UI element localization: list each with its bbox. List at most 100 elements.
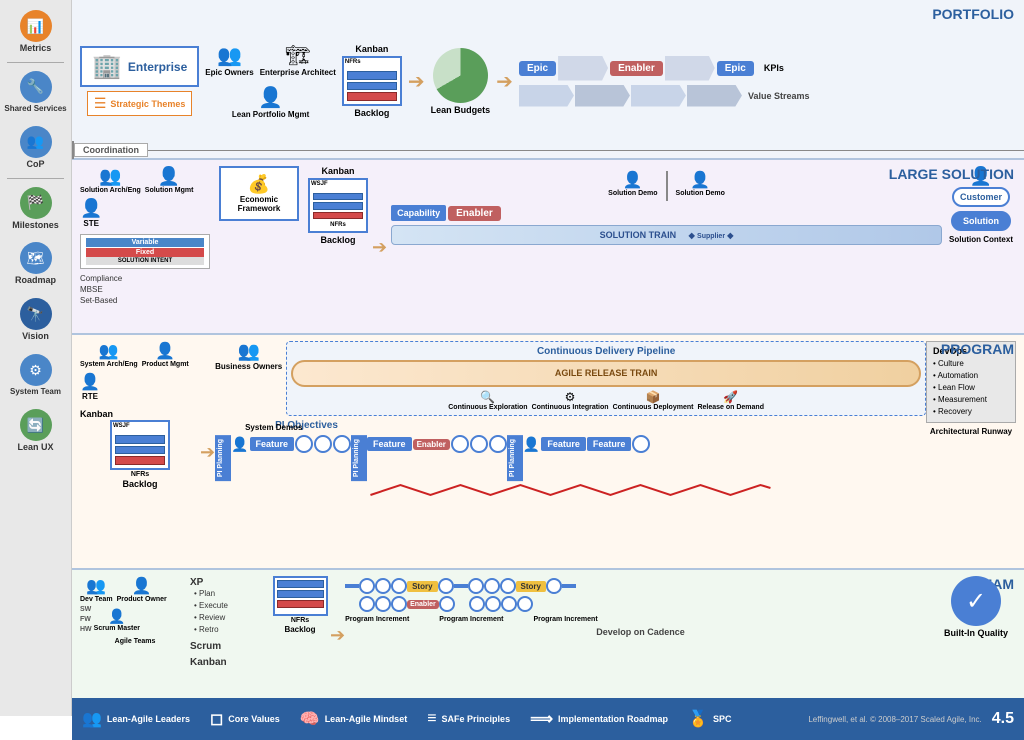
solution-demo-1: 👤 Solution Demo [608,170,657,197]
main-container: 📊 Metrics 🔧 Shared Services 👥 CoP 🏁 Mile… [0,0,1024,716]
value-streams: Epic Enabler Epic KPIs Value Streams [519,56,1016,107]
vision-icon: 🔭 [20,298,52,330]
team-iter-15 [501,596,517,612]
solution-intent-box: Variable Fixed SOLUTION INTENT [80,234,210,269]
team-iter-16 [517,596,533,612]
team-roles-bottom: SWFWHW 👤 Scrum Master [80,605,190,634]
ste-role: 👤 STE [80,198,102,228]
pi-planning-2: PI Planning [351,435,367,481]
team-section: TEAM 👥 Dev Team 👤 Product Owner [72,570,1024,698]
team-iter-7 [500,578,516,594]
sidebar-item-system-team[interactable]: ⚙ System Team [0,348,71,403]
biq-icon: ✓ [951,576,1001,626]
product-owner: 👤 Product Owner [117,576,167,603]
program-roles: 👥 System Arch/Eng 👤 Product Mgmt 👤 RTE [80,341,200,564]
footer-implementation-roadmap: ⟹ Implementation Roadmap [530,709,668,729]
rte-role: 👤 RTE [80,372,100,401]
lean-budget-chart [433,48,488,103]
enterprise-architect-role: 🏗 Enterprise Architect [260,43,336,77]
solution-methods: Compliance MBSE Set-Based [80,273,210,307]
team-iter-14 [485,596,501,612]
team-pi-planning-1 [345,584,359,588]
solution-demos-row: 👤 Solution Demo 👤 Solution Demo [391,166,942,201]
team-pi-row-1: Story Story [345,578,936,594]
portfolio-section: PORTFOLIO 🏢 Enterprise ☰ Strategic Theme… [72,0,1024,160]
cdp-phase-exploration: 🔍 Continuous Exploration [448,390,527,411]
cdp-container: Continuous Delivery Pipeline AGILE RELEA… [286,341,926,416]
kanban-board-portfolio: NFRs [342,56,402,106]
cdp-phase-release: 🚀 Release on Demand [697,390,764,411]
team-methods: XP • Plan• Execute• Review• Retro Scrum … [190,576,270,694]
iter-circle-6 [489,435,507,453]
program-kanban-wrapper: Kanban WSJF NFRs Backlog [80,409,200,489]
iter-circle-1 [295,435,313,453]
footer-spc: 🏅 SPC [688,709,731,729]
sidebar-item-lean-ux[interactable]: 🔄 Lean UX [0,403,71,459]
sidebar-item-vision[interactable]: 🔭 Vision [0,292,71,348]
pi-planning-3: PI Planning [507,435,523,481]
large-solution-kanban: Kanban WSJF NFRs Backlog [308,166,368,329]
team-roles: 👥 Dev Team 👤 Product Owner SWFWHW [80,576,190,694]
team-iter-8 [546,578,562,594]
program-main-area: 👥 Business Owners Continuous Delivery Pi… [215,341,926,564]
safe-principles-icon: ≡ [427,710,436,728]
dev-team: 👥 Dev Team [80,576,113,603]
solution-mgmt: 👤 Solution Mgmt [145,166,194,194]
milestones-icon: 🏁 [20,187,52,219]
strategic-themes: ☰ Strategic Themes [87,91,193,116]
implementation-roadmap-icon: ⟹ [530,709,553,729]
large-solution-section: LARGE SOLUTION 👥 Solution Arch/Eng 👤 Sol… [72,160,1024,335]
iterations-row: System Demos PI Planning 👤 Feature [215,435,926,481]
sidebar-item-shared-services[interactable]: 🔧 Shared Services [0,65,71,120]
iter-circle-5 [470,435,488,453]
capability-enabler-row: Capability Enabler [391,205,942,221]
team-pi-planning-2 [454,584,468,588]
kanban-board-large-solution: WSJF NFRs [308,178,368,233]
portfolio-kanban: Kanban NFRs Backlog [342,44,402,118]
cdp-phases: 🔍 Continuous Exploration ⚙ Continuous In… [291,390,921,411]
shared-services-icon: 🔧 [20,71,52,103]
team-iter-10 [375,596,391,612]
iteration-group-3: 👤 Feature Feature [523,435,650,453]
team-kanban [273,576,328,616]
sidebar-item-roadmap[interactable]: 🗺 Roadmap [0,236,71,292]
program-top: 👥 Business Owners Continuous Delivery Pi… [215,341,926,416]
content-area: PORTFOLIO 🏢 Enterprise ☰ Strategic Theme… [72,0,1024,716]
portfolio-top-row: Epic Enabler Epic KPIs [519,56,1016,81]
sidebar-item-cop[interactable]: 👥 CoP [0,120,71,176]
program-increment-labels: Program Increment Program Increment Prog… [345,616,936,623]
team-iter-1 [359,578,375,594]
scrum-method: Scrum [190,640,270,652]
iter-circle-2 [314,435,332,453]
epic-owners-role: 👥 Epic Owners [205,43,253,77]
solution-train-area: 👤 Solution Demo 👤 Solution Demo Capabili… [391,166,942,329]
portfolio-label: PORTFOLIO [932,6,1014,22]
sidebar-item-milestones[interactable]: 🏁 Milestones [0,181,71,237]
lean-portfolio-role: 👤 Lean Portfolio Mgmt [205,85,336,119]
roadmap-icon: 🗺 [20,242,52,274]
sidebar-item-metrics[interactable]: 📊 Metrics [0,4,71,60]
business-owners: 👥 Business Owners [215,341,282,416]
team-iter-6 [484,578,500,594]
cop-icon: 👥 [20,126,52,158]
solution-train-bar: SOLUTION TRAIN ◆ Supplier ◆ [391,225,942,245]
enterprise-box: 🏢 Enterprise [80,46,199,87]
coordination-bar: Coordination [72,141,1024,159]
value-stream-arrows: Value Streams [519,85,1016,107]
footer-lean-agile-mindset: 🧠 Lean-Agile Mindset [300,709,407,729]
team-iter-4 [438,578,454,594]
built-in-quality: ✓ Built-In Quality [936,576,1016,694]
economic-framework: 💰 Economic Framework [214,166,304,329]
program-section: PROGRAM 👥 System Arch/Eng 👤 Product Mgmt [72,335,1024,570]
team-roles-top: 👥 Dev Team 👤 Product Owner [80,576,190,603]
devops-items: • Culture • Automation • Lean Flow • Mea… [933,358,1009,418]
iter-circle-7 [632,435,650,453]
metrics-icon: 📊 [20,10,52,42]
xp-method: XP • Plan• Execute• Review• Retro [190,576,270,636]
team-pi-planning-3 [562,584,576,588]
cdp-phase-deployment: 📦 Continuous Deployment [613,390,694,411]
program-right: DevOps • Culture • Automation • Lean Flo… [926,341,1016,564]
team-iter-3 [391,578,407,594]
scrum-master: 👤 Scrum Master [94,608,140,632]
solution-arch-eng: 👥 Solution Arch/Eng [80,166,141,194]
